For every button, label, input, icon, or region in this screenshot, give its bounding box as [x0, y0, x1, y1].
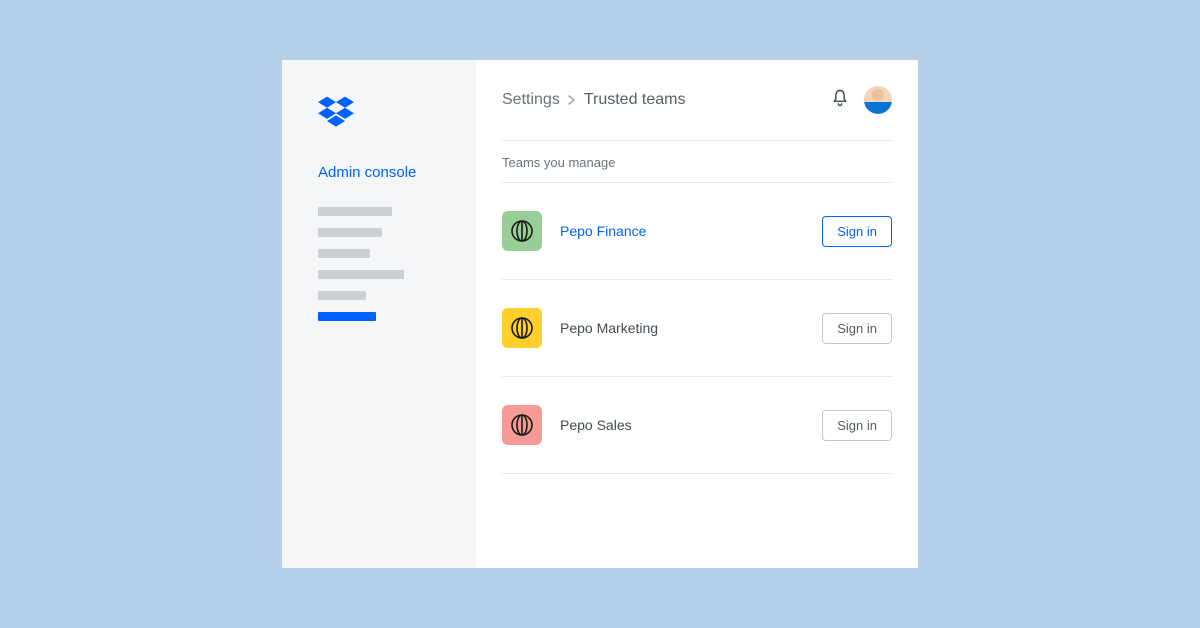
- topbar: Settings Trusted teams: [502, 86, 892, 114]
- main-content: Settings Trusted teams Teams you manage: [476, 60, 918, 568]
- sidebar-item-placeholder[interactable]: [318, 228, 382, 237]
- breadcrumb: Settings Trusted teams: [502, 91, 685, 109]
- avatar[interactable]: [864, 86, 892, 114]
- team-row: Pepo Marketing Sign in: [502, 280, 892, 377]
- breadcrumb-current: Trusted teams: [584, 91, 686, 109]
- team-name[interactable]: Pepo Marketing: [560, 320, 658, 336]
- sidebar-item-active[interactable]: [318, 312, 376, 321]
- breadcrumb-parent[interactable]: Settings: [502, 91, 560, 109]
- topbar-actions: [830, 86, 892, 114]
- bell-icon[interactable]: [830, 88, 850, 113]
- sidebar: Admin console: [282, 60, 476, 568]
- team-row: Pepo Finance Sign in: [502, 183, 892, 280]
- sidebar-item-placeholder[interactable]: [318, 291, 366, 300]
- sidebar-title[interactable]: Admin console: [318, 164, 476, 181]
- sign-in-button[interactable]: Sign in: [822, 410, 892, 441]
- section-title: Teams you manage: [502, 141, 892, 183]
- sign-in-button[interactable]: Sign in: [822, 216, 892, 247]
- sidebar-item-placeholder[interactable]: [318, 270, 404, 279]
- team-logo-icon: [502, 211, 542, 251]
- team-logo-icon: [502, 308, 542, 348]
- teams-section: Teams you manage Pepo Finance Sign in Pe…: [502, 140, 892, 474]
- team-row: Pepo Sales Sign in: [502, 377, 892, 474]
- sidebar-nav: [318, 207, 476, 321]
- sign-in-button[interactable]: Sign in: [822, 313, 892, 344]
- app-window: Admin console Settings Trusted teams: [282, 60, 918, 568]
- chevron-right-icon: [568, 93, 576, 108]
- team-logo-icon: [502, 405, 542, 445]
- team-name[interactable]: Pepo Sales: [560, 417, 632, 433]
- dropbox-logo-icon: [318, 96, 354, 128]
- sidebar-item-placeholder[interactable]: [318, 249, 370, 258]
- team-name[interactable]: Pepo Finance: [560, 223, 646, 239]
- sidebar-item-placeholder[interactable]: [318, 207, 392, 216]
